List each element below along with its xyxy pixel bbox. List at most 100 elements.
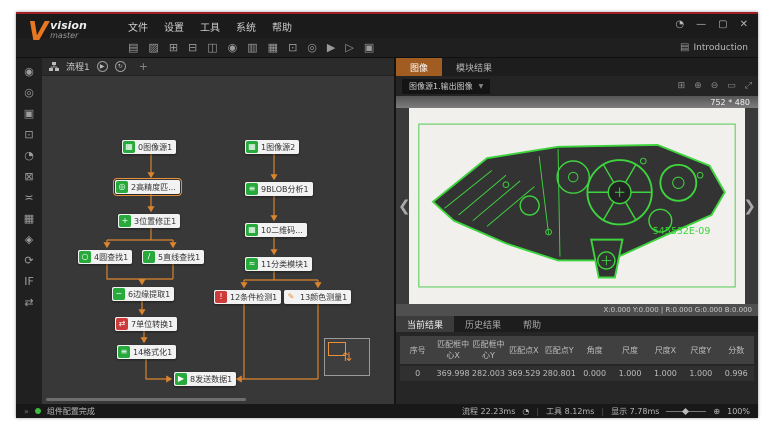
fit-window-icon[interactable]: ⊞: [678, 82, 686, 91]
flow-list-icon[interactable]: [49, 62, 59, 71]
menu-item-3[interactable]: 系统: [236, 19, 256, 34]
flow-node-11[interactable]: ≈11分类模块1: [245, 257, 312, 271]
flow-minimap[interactable]: ⇅: [324, 338, 370, 376]
flow-node-1[interactable]: ▦1图像源2: [245, 140, 299, 154]
brand-subname: master: [50, 31, 87, 40]
node-label: 9BLOB分析1: [261, 184, 309, 195]
node-icon: ○: [79, 251, 91, 263]
viewer-tab-1[interactable]: 模块结果: [442, 58, 506, 76]
flow-run-once-button[interactable]: ↻: [115, 61, 126, 72]
table-cell: 280.801: [542, 365, 577, 381]
node-icon: !: [215, 291, 227, 303]
image-process-icon[interactable]: ▦: [24, 213, 34, 224]
focus-icon[interactable]: ⊡: [24, 129, 33, 140]
io-card-icon[interactable]: ▦: [268, 42, 278, 53]
node-label: 4圆查找1: [94, 252, 128, 263]
flow-node-14[interactable]: ≡14格式化1: [117, 345, 176, 359]
data-queue-icon[interactable]: ▥: [247, 42, 257, 53]
measure-icon[interactable]: ⊠: [24, 171, 33, 182]
menu-item-2[interactable]: 工具: [200, 19, 220, 34]
prev-image-button[interactable]: ❮: [398, 197, 411, 215]
node-label: 6边缘提取1: [128, 289, 170, 300]
node-label: 13颜色测量1: [300, 292, 347, 303]
menu-item-0[interactable]: 文件: [128, 19, 148, 34]
flow-node-5[interactable]: /5直线查找1: [142, 250, 204, 264]
global-variable-icon[interactable]: ◎: [307, 42, 317, 53]
window-layout-icon[interactable]: ◫: [207, 42, 217, 53]
table-row[interactable]: 0369.998282.003369.529280.8010.0001.0001…: [400, 365, 754, 381]
flow-horizontal-scrollbar[interactable]: [46, 398, 246, 401]
flow-node-3[interactable]: +3位置修正1: [118, 214, 180, 228]
results-tab-2[interactable]: 帮助: [512, 316, 552, 332]
flow-node-10[interactable]: ▦10二维码...: [245, 223, 307, 237]
fullscreen-icon[interactable]: ⤢: [745, 82, 752, 91]
flow-tab-label[interactable]: 流程1: [66, 60, 90, 73]
node-icon: ▶: [175, 373, 187, 385]
node-label: 2高精度匹...: [131, 182, 176, 193]
save-icon[interactable]: ▤: [128, 42, 138, 53]
chevron-down-icon: ▼: [479, 83, 484, 90]
flow-node-7[interactable]: ⇄7单位转换1: [115, 317, 177, 331]
menu-item-4[interactable]: 帮助: [272, 19, 292, 34]
one-to-one-icon[interactable]: ▭: [727, 82, 736, 91]
flow-node-12[interactable]: !12条件检测1: [214, 290, 281, 304]
flow-node-13[interactable]: ✎13颜色测量1: [284, 290, 351, 304]
introduction-label: Introduction: [693, 43, 748, 53]
node-label: 7单位转换1: [131, 319, 173, 330]
camera-icon[interactable]: ◉: [228, 42, 238, 53]
next-image-button[interactable]: ❯: [743, 197, 756, 215]
brand-v-icon: V: [28, 15, 48, 49]
acquisition-icon[interactable]: ◉: [24, 66, 34, 77]
table-cell: 369.998: [435, 365, 470, 381]
canvas-zoom-slider[interactable]: [666, 411, 706, 412]
roi-icon[interactable]: ▣: [24, 108, 34, 119]
run-continuous-icon[interactable]: ▶: [327, 42, 335, 53]
session-time-icon[interactable]: ◔: [675, 19, 684, 30]
caliper-icon[interactable]: ≍: [24, 192, 33, 203]
tool-strip: ◉ ◎ ▣ ⊡ ◔ ⊠ ≍ ▦ ◈ ⟳ IF ⇄: [16, 58, 42, 404]
open-solution-icon[interactable]: ▨: [148, 42, 158, 53]
location-icon[interactable]: ◎: [24, 87, 34, 98]
viewer-tab-0[interactable]: 图像: [396, 58, 442, 76]
calibration-icon[interactable]: ⟳: [24, 255, 33, 266]
results-tab-0[interactable]: 当前结果: [396, 316, 454, 332]
image-viewer[interactable]: ❮: [396, 108, 758, 304]
color-process-icon[interactable]: ◈: [25, 234, 33, 245]
close-icon[interactable]: ✕: [740, 19, 748, 30]
flow-node-6[interactable]: ~6边缘提取1: [112, 287, 174, 301]
minimap-viewport: [328, 342, 346, 356]
image-resolution: 752 * 480: [710, 98, 750, 107]
results-tabs: 当前结果历史结果帮助: [396, 316, 758, 332]
column-header: 序号: [400, 336, 435, 365]
flow-node-2[interactable]: ◎2高精度匹...: [115, 180, 180, 194]
add-flow-tab-button[interactable]: +: [139, 60, 148, 73]
run-once-icon[interactable]: ▷: [345, 42, 353, 53]
flow-run-button[interactable]: ▶: [97, 61, 108, 72]
logic-if-icon[interactable]: IF: [24, 276, 34, 287]
communication-icon[interactable]: ⇄: [24, 297, 33, 308]
flow-node-4[interactable]: ○4圆查找1: [78, 250, 132, 264]
flow-canvas[interactable]: ⇅ ▦0图像源1 ▦1图像源2 ◎2高精度匹... ≡9BLOB分析1 +3位置修正1 ▦…: [42, 76, 394, 404]
restore-icon[interactable]: ▢: [718, 19, 727, 30]
zoom-in-icon[interactable]: ⊕: [694, 82, 702, 91]
flow-node-0[interactable]: ▦0图像源1: [122, 140, 176, 154]
segment-icon[interactable]: ◔: [24, 150, 34, 161]
flow-node-9[interactable]: ≡9BLOB分析1: [245, 182, 313, 196]
timing-tool: 工具 8.12ms: [546, 406, 594, 417]
module-icon[interactable]: ⊡: [288, 42, 297, 53]
flow-node-8[interactable]: ▶8发送数据1: [174, 372, 236, 386]
stop-icon[interactable]: ▣: [364, 42, 374, 53]
flow-tab-bar: 流程1 ▶ ↻ +: [42, 58, 394, 76]
collapse-icon[interactable]: »: [24, 407, 29, 416]
introduction-link[interactable]: ▤ Introduction: [680, 42, 748, 53]
results-tab-1[interactable]: 历史结果: [454, 316, 512, 332]
zoom-out-icon[interactable]: ⊖: [711, 82, 719, 91]
menu-item-1[interactable]: 设置: [164, 19, 184, 34]
node-icon: ✎: [285, 291, 297, 303]
slider-thumb[interactable]: [682, 407, 689, 414]
introduction-icon: ▤: [680, 42, 689, 53]
image-source-dropdown[interactable]: 图像源1.输出图像 ▼: [402, 79, 490, 94]
export-icon[interactable]: ⊞: [169, 42, 178, 53]
import-icon[interactable]: ⊟: [188, 42, 197, 53]
minimize-icon[interactable]: —: [696, 19, 706, 30]
